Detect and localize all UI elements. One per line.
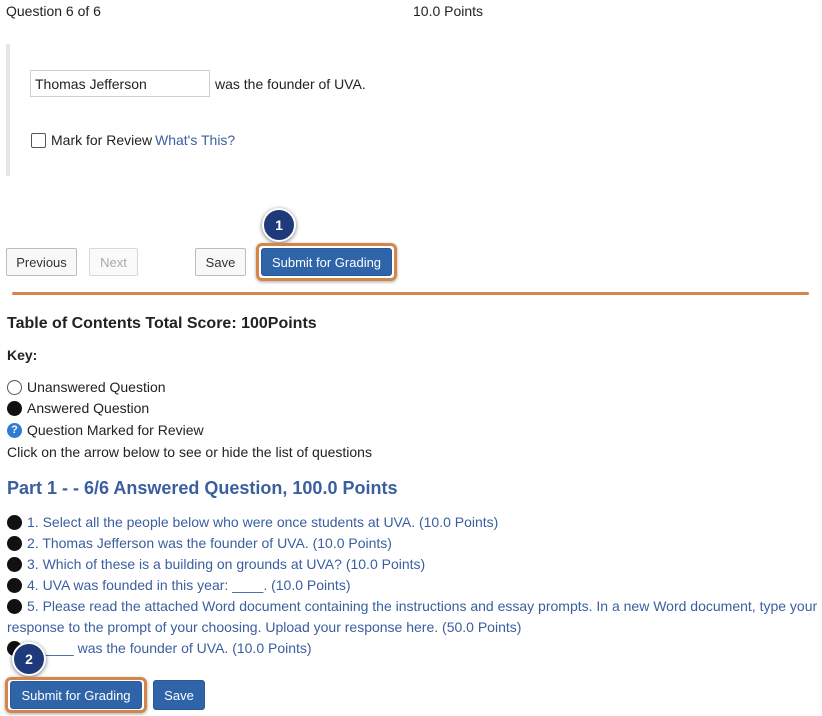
save-button[interactable]: Save <box>195 248 246 276</box>
key-answered-label: Answered Question <box>27 400 150 416</box>
answered-circle-icon <box>7 557 22 572</box>
answered-circle-icon <box>7 599 22 614</box>
question-link[interactable]: 4. UVA was founded in this year: ____. (… <box>27 577 350 593</box>
toc-title: Table of Contents Total Score: 100Points <box>7 315 317 332</box>
answered-circle-icon <box>7 515 22 530</box>
next-button[interactable]: Next <box>89 248 138 276</box>
question-points: 10.0 Points <box>413 3 484 19</box>
question-link[interactable]: 5. Please read the attached Word documen… <box>27 598 817 614</box>
list-item[interactable]: 4. UVA was founded in this year: ____. (… <box>7 575 822 596</box>
key-answered: Answered Question <box>7 400 149 416</box>
answered-circle-icon <box>7 400 22 416</box>
list-item[interactable]: 2. Thomas Jefferson was the founder of U… <box>7 533 822 554</box>
key-review: ? Question Marked for Review <box>7 422 204 438</box>
mark-for-review-label: Mark for Review <box>51 132 153 148</box>
question-link[interactable]: 3. Which of these is a building on groun… <box>27 556 425 572</box>
key-unanswered-label: Unanswered Question <box>27 379 166 395</box>
question-text: was the founder of UVA. <box>215 76 366 92</box>
question-link[interactable]: 1. Select all the people below who were … <box>27 514 498 530</box>
key-unanswered: Unanswered Question <box>7 379 166 395</box>
list-item[interactable]: 5. Please read the attached Word documen… <box>7 596 822 617</box>
question-link[interactable]: 6. ____ was the founder of UVA. (10.0 Po… <box>27 640 312 656</box>
question-border <box>6 44 10 176</box>
submit-for-grading-button[interactable]: Submit for Grading <box>261 248 392 276</box>
key-label: Key: <box>7 347 38 363</box>
answered-circle-icon <box>7 536 22 551</box>
callout-badge-1: 1 <box>262 208 296 242</box>
question-link[interactable]: response to the prompt of your choosing.… <box>7 617 822 638</box>
section-divider <box>12 292 809 295</box>
question-link[interactable]: 2. Thomas Jefferson was the founder of U… <box>27 535 392 551</box>
previous-button[interactable]: Previous <box>6 248 77 276</box>
part-title[interactable]: Part 1 - - 6/6 Answered Question, 100.0 … <box>7 478 397 499</box>
answer-input[interactable] <box>30 70 210 97</box>
question-list: 1. Select all the people below who were … <box>7 512 822 659</box>
bottom-submit-for-grading-button[interactable]: Submit for Grading <box>10 681 142 709</box>
list-item[interactable]: 1. Select all the people below who were … <box>7 512 822 533</box>
key-review-label: Question Marked for Review <box>27 422 204 438</box>
toc-instructions: Click on the arrow below to see or hide … <box>7 444 372 460</box>
bottom-save-button[interactable]: Save <box>153 680 205 710</box>
mark-for-review-checkbox[interactable] <box>31 133 46 148</box>
list-item-continuation[interactable]: response to the prompt of your choosing.… <box>7 617 822 638</box>
callout-badge-2: 2 <box>12 642 46 676</box>
whats-this-link[interactable]: What's This? <box>155 132 235 148</box>
answered-circle-icon <box>7 578 22 593</box>
list-item[interactable]: 3. Which of these is a building on groun… <box>7 554 822 575</box>
list-item[interactable]: 6. ____ was the founder of UVA. (10.0 Po… <box>7 638 822 659</box>
question-progress: Question 6 of 6 <box>6 3 101 19</box>
question-mark-icon: ? <box>7 422 22 438</box>
unanswered-circle-icon <box>7 379 22 395</box>
